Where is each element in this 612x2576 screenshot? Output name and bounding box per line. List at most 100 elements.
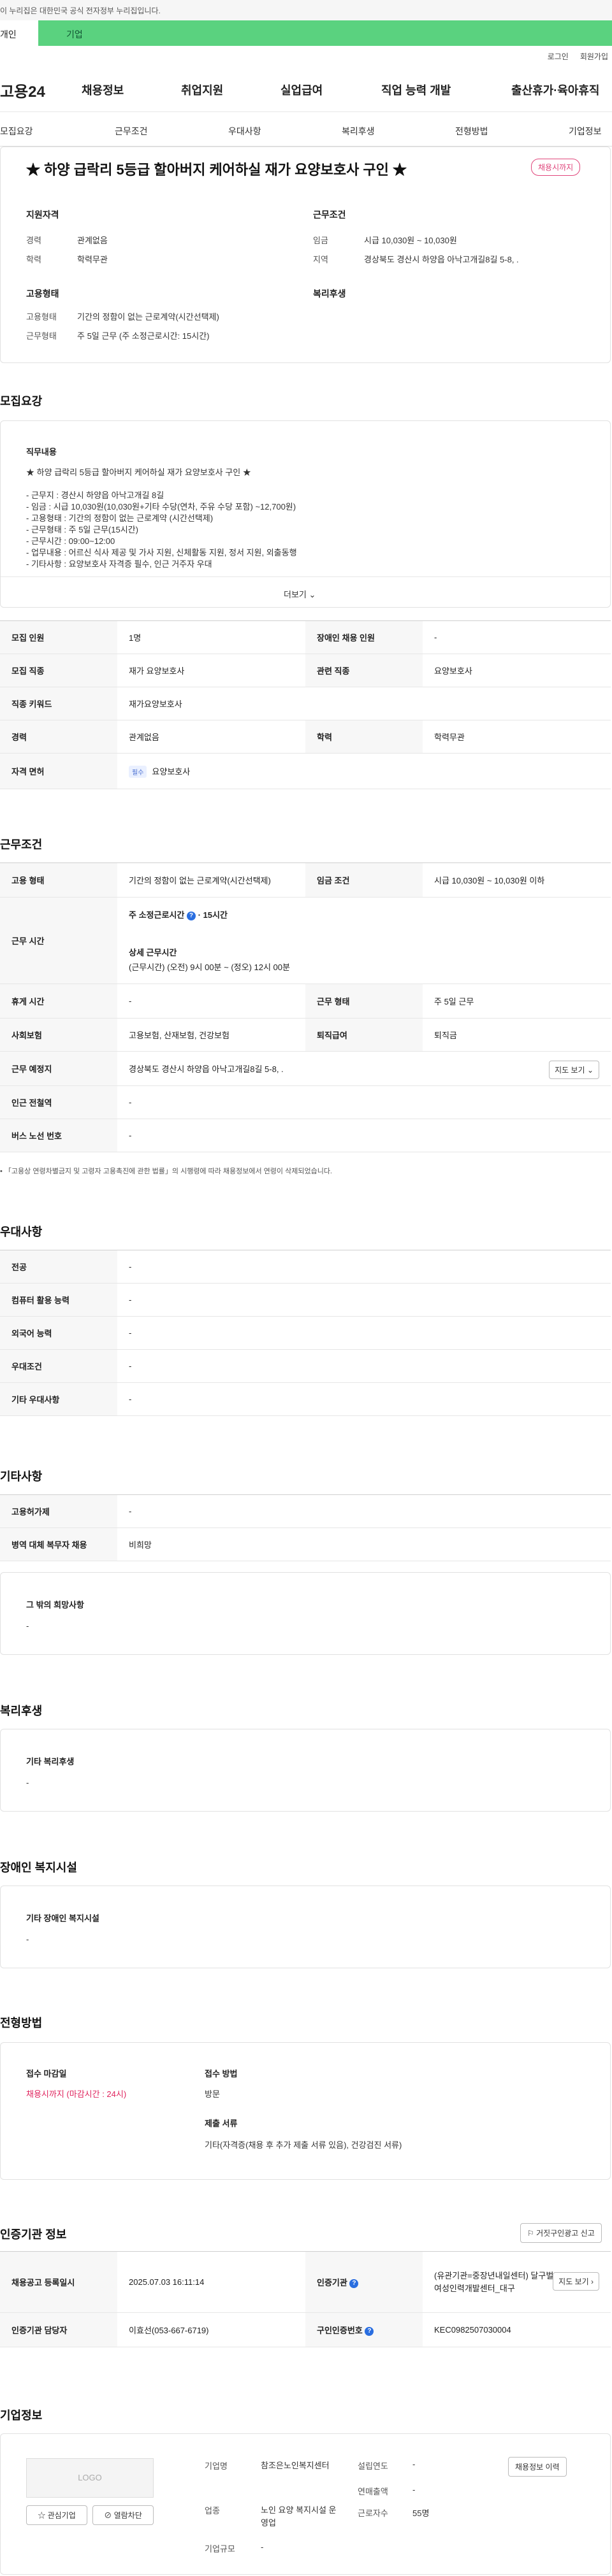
pref-label: 우대조건 <box>0 1349 117 1383</box>
subway-label: 인근 전철역 <box>0 1085 117 1119</box>
career-label: 경력 <box>0 720 117 754</box>
site-logo[interactable]: 고용24 <box>0 79 76 101</box>
bus-label: 버스 노선 번호 <box>0 1119 117 1152</box>
place-label: 근무 예정지 <box>0 1051 117 1086</box>
hours-value: 주 5일 근무 (주 소정근로시간: 15시간) <box>77 331 210 341</box>
form-label: 근무 형태 <box>305 984 423 1019</box>
edu-value: 학력무관 <box>77 255 108 264</box>
gnb-item-unemployment-benefit[interactable]: 실업급여 <box>280 82 323 98</box>
emp-value: 기간의 정함이 없는 근로계약(시간선택제) <box>77 312 219 322</box>
table-row: 전공 - <box>0 1250 611 1284</box>
conditions-section-title: 근무조건 <box>0 838 43 851</box>
table-row: 사회보험 고용보험, 산재보험, 건강보험 퇴직급여 퇴직금 <box>0 1018 611 1052</box>
history-button[interactable]: 채용정보 이력 <box>508 2457 567 2477</box>
chevron-down-icon: ⌄ <box>586 1066 594 1075</box>
related-value: 요양보호사 <box>423 654 611 687</box>
career-label: 경력 <box>26 236 41 245</box>
pref-value: - <box>117 1382 611 1416</box>
wage-label: 임금 <box>313 236 328 245</box>
job-value: 재가 요양보호사 <box>117 654 305 687</box>
etc-box: 그 밖의 희망사항 - <box>0 1572 611 1655</box>
tab-welfare[interactable]: 복리후생 <box>342 125 375 138</box>
pref-value: - <box>117 1349 611 1383</box>
tab-conditions[interactable]: 근무조건 <box>115 125 148 138</box>
screening-section-title: 전형방법 <box>0 2017 43 2029</box>
job-desc-headline: ★ 하양 급락리 5등급 할아버지 케어하실 재가 요양보호사 구인 ★ <box>26 468 251 477</box>
utility-bar: 로그인 회원가입 <box>0 46 612 64</box>
gnb-item-jobs[interactable]: 채용정보 <box>82 82 124 98</box>
detail-hours-value: (근무시간) (오전) 9시 00분 ~ (정오) 12시 00분 <box>129 962 290 972</box>
disabled-value: - <box>423 620 611 654</box>
disabled-label: 장애인 채용 인원 <box>305 620 423 654</box>
reg-label: 채용공고 등록일시 <box>0 2251 117 2313</box>
table-row: 컴퓨터 활용 능력 - <box>0 1283 611 1317</box>
edu-label: 학력 <box>26 255 41 264</box>
agency-map-button[interactable]: 지도 보기 › <box>553 2272 599 2291</box>
keyword-label: 직종 키워드 <box>0 687 117 720</box>
region-value: 경상북도 경산시 하양읍 아낙고개길8길 5-8, . <box>364 255 519 264</box>
gov-banner: 이 누리집은 대한민국 공식 전자정부 누리집입니다. <box>0 0 612 20</box>
tab-personal[interactable]: 개인 <box>0 20 38 46</box>
agency-cell: (유관기관=중장년내일센터) 달구벌여성인력개발센터_대구 지도 보기 › <box>423 2251 611 2313</box>
rest-value: - <box>117 984 305 1019</box>
gnb-item-vocational-training[interactable]: 직업 능력 개발 <box>381 82 451 98</box>
company-section-title: 기업정보 <box>0 2409 43 2422</box>
block-button[interactable]: ⊘ 열람차단 <box>92 2505 154 2525</box>
login-link[interactable]: 로그인 <box>548 51 569 64</box>
table-row: 채용공고 등록일시 2025.07.03 16:11:14 인증기관 ? (유관… <box>0 2251 611 2313</box>
star-icon: ☆ <box>38 2511 46 2520</box>
pref-label: 전공 <box>0 1250 117 1284</box>
certification-table: 채용공고 등록일시 2025.07.03 16:11:14 인증기관 ? (유관… <box>0 2251 611 2347</box>
table-row: 버스 노선 번호 - <box>0 1119 611 1152</box>
gnb-item-parental-leave[interactable]: 출산휴가·육아휴직 <box>511 82 599 98</box>
table-row: 병역 대체 복무자 채용 비희망 <box>0 1528 611 1561</box>
insurance-value: 고용보험, 산재보험, 건강보험 <box>117 1018 305 1052</box>
report-button[interactable]: ⚐ 거짓구인광고 신고 <box>520 2223 602 2243</box>
industry-value: 노인 요양 복지시설 운영업 <box>261 2505 337 2528</box>
career-value: 관계없음 <box>117 720 305 754</box>
pref-value: - <box>117 1283 611 1317</box>
job-title: ★ 하양 급락리 5등급 할아버지 케어하실 재가 요양보호사 구인 ★ <box>26 162 407 178</box>
tab-recruit[interactable]: 모집요강 <box>0 125 33 138</box>
severance-value: 퇴직금 <box>423 1018 611 1052</box>
tab-corporate[interactable]: 기업 <box>38 20 612 46</box>
wage-label: 임금 조건 <box>305 862 423 898</box>
license-cell: 필수 요양보호사 <box>117 753 611 789</box>
signup-link[interactable]: 회원가입 <box>580 51 608 64</box>
work-title: 근무조건 <box>313 210 346 220</box>
info-icon[interactable]: ? <box>365 2326 374 2336</box>
number-value: KEC0982507030004 <box>423 2312 611 2347</box>
welfare-box-value: - <box>26 1778 29 1787</box>
sales-label: 연매출액 <box>358 2487 388 2496</box>
status-badge: 채용시까지 <box>531 159 581 176</box>
map-button[interactable]: 지도 보기 ⌄ <box>549 1061 599 1079</box>
job-desc-line: - 근무시간 : 09:00~12:00 <box>26 536 115 546</box>
related-label: 관련 직종 <box>305 654 423 687</box>
more-button[interactable]: 더보기 ⌄ <box>284 588 316 600</box>
info-icon[interactable]: ? <box>186 911 196 920</box>
info-icon[interactable]: ? <box>349 2279 359 2288</box>
table-row: 경력 관계없음 학력 학력무관 <box>0 720 611 754</box>
deadline-value: 채용시까지 (마감시간 : 24시) <box>26 2089 127 2099</box>
job-desc-line: - 기타사항 : 요양보호사 자격증 필수, 인근 거주자 우대 <box>26 559 212 569</box>
founded-value: - <box>412 2459 416 2469</box>
interest-button[interactable]: ☆ 관심기업 <box>26 2505 87 2525</box>
weekly-hours: 주 소정근로시간 ? · 15시간 <box>129 910 228 920</box>
tab-preferences[interactable]: 우대사항 <box>228 125 261 138</box>
age-note: • 「고용상 연령차별금지 및 고령자 고용촉진에 관한 법률」의 시행령에 따… <box>0 1168 332 1175</box>
emp-label: 고용형태 <box>26 312 57 322</box>
tab-company[interactable]: 기업정보 <box>569 125 602 138</box>
headcount-label: 모집 인원 <box>0 620 117 654</box>
form-value: 주 5일 근무 <box>423 984 611 1019</box>
tab-screening[interactable]: 전형방법 <box>455 125 488 138</box>
disability-box: 기타 장애인 복지시설 - <box>0 1885 611 1968</box>
pref-label: 컴퓨터 활용 능력 <box>0 1283 117 1317</box>
preferences-section-title: 우대사항 <box>0 1226 43 1238</box>
place-cell: 경상북도 경산시 하양읍 아낙고개길8길 5-8, . 지도 보기 ⌄ <box>117 1051 611 1086</box>
table-row: 모집 직종 재가 요양보호사 관련 직종 요양보호사 <box>0 654 611 687</box>
table-row: 인근 전철역 - <box>0 1085 611 1119</box>
industry-label: 업종 <box>205 2506 220 2515</box>
reg-value: 2025.07.03 16:11:14 <box>117 2251 305 2313</box>
hours-label: 근무형태 <box>26 331 57 341</box>
gnb-item-employment-support[interactable]: 취업지원 <box>181 82 223 98</box>
